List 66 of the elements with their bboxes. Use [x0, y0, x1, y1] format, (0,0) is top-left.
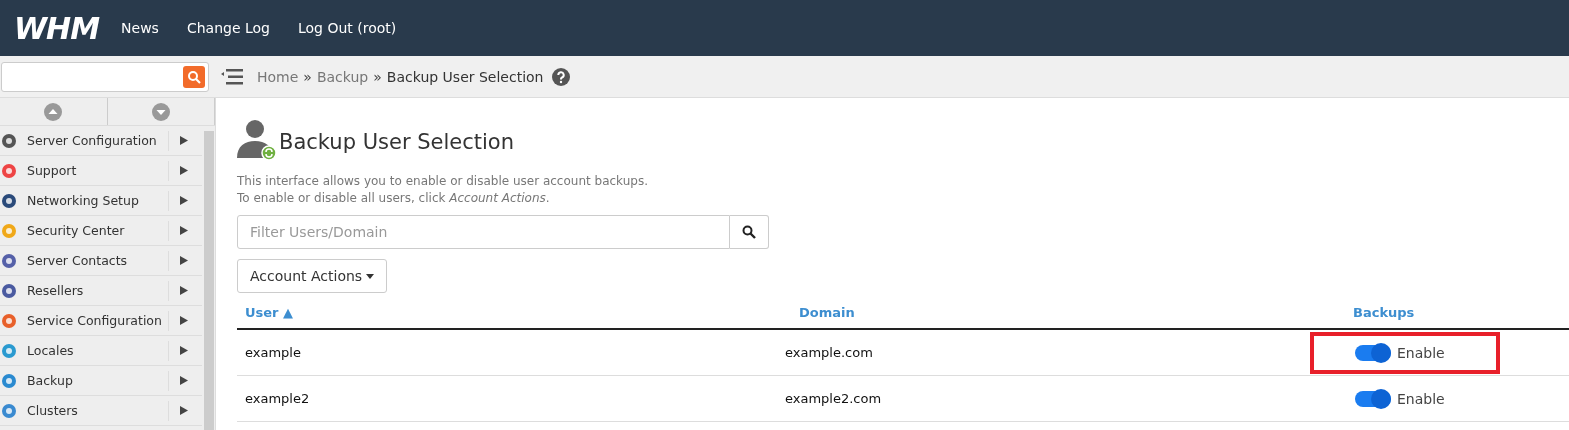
- nav-link[interactable]: Change Log: [186, 20, 270, 36]
- sidebar-search-field[interactable]: [1, 61, 209, 92]
- description-text: To enable or disable all users, click Account Actions.: [237, 191, 551, 205]
- toggle-label: Enable: [1397, 390, 1445, 407]
- scroll-down-icon[interactable]: [151, 102, 170, 121]
- expand-arrow-icon[interactable]: [180, 316, 188, 325]
- column-header[interactable]: User ▲: [237, 305, 785, 320]
- caret-icon: [366, 273, 375, 279]
- page-title: Backup User Selection: [279, 130, 514, 154]
- sidebar-item[interactable]: Security Center: [0, 216, 202, 246]
- sidebar-item[interactable]: Clusters: [0, 396, 202, 426]
- search-button[interactable]: [730, 215, 769, 249]
- category-icon: [1, 192, 17, 209]
- table-cell-text: example2.com: [785, 391, 883, 406]
- expand-arrow-icon[interactable]: [180, 256, 188, 265]
- category-icon: [1, 282, 17, 299]
- category-icon: [1, 312, 17, 329]
- sidebar-item[interactable]: Service Configuration: [0, 306, 202, 336]
- category-icon: [1, 402, 17, 419]
- nav-link[interactable]: News: [121, 20, 159, 36]
- expand-arrow-icon[interactable]: [180, 166, 188, 175]
- breadcrumb-current: Backup User Selection: [386, 68, 544, 85]
- filter-field[interactable]: Filter Users/Domain: [237, 215, 730, 249]
- expand-arrow-icon[interactable]: [180, 136, 188, 145]
- search-icon: [742, 225, 756, 239]
- table-cell-text: example.com: [785, 345, 874, 360]
- scrollbar[interactable]: [204, 131, 214, 430]
- table-cell-text: example2: [244, 391, 311, 406]
- expand-arrow-icon[interactable]: [180, 196, 188, 205]
- whm-logo[interactable]: WHM: [14, 10, 100, 46]
- sidebar-item[interactable]: Locales: [0, 336, 202, 366]
- collapse-menu-icon[interactable]: [221, 68, 243, 85]
- sidebar-item[interactable]: Support: [0, 156, 202, 186]
- description-text: This interface allows you to enable or disable user account backups.: [237, 174, 649, 188]
- breadcrumb-link[interactable]: Home: [257, 68, 299, 85]
- category-icon: [1, 342, 17, 359]
- expand-arrow-icon[interactable]: [180, 406, 188, 415]
- toggle-switch[interactable]: [1355, 390, 1391, 407]
- sidebar-item[interactable]: Server Contacts: [0, 246, 202, 276]
- expand-arrow-icon[interactable]: [180, 226, 188, 235]
- search-icon[interactable]: [183, 65, 205, 88]
- scroll-up-icon[interactable]: [44, 102, 63, 121]
- sidebar-item[interactable]: Server Configuration: [0, 126, 202, 156]
- category-icon: [1, 162, 17, 179]
- sidebar-item[interactable]: Networking Setup: [0, 186, 202, 216]
- expand-arrow-icon[interactable]: [180, 346, 188, 355]
- column-header[interactable]: Backups: [1345, 305, 1569, 320]
- table-cell-text: example: [244, 345, 302, 360]
- category-icon: [1, 252, 17, 269]
- breadcrumb-link[interactable]: Backup: [316, 68, 369, 85]
- nav-link[interactable]: Log Out (root): [297, 20, 397, 36]
- sidebar-item[interactable]: Backup: [0, 366, 202, 396]
- breadcrumb-separator: »: [373, 68, 382, 85]
- user-sync-icon: [237, 118, 277, 162]
- expand-arrow-icon[interactable]: [180, 286, 188, 295]
- category-icon: [1, 222, 17, 239]
- sidebar-item[interactable]: Resellers: [0, 276, 202, 306]
- toggle-switch[interactable]: [1355, 344, 1391, 361]
- breadcrumb-separator: »: [303, 68, 312, 85]
- category-icon: [1, 132, 17, 149]
- category-icon: [1, 372, 17, 389]
- expand-arrow-icon[interactable]: [180, 376, 188, 385]
- toggle-label: Enable: [1397, 344, 1445, 361]
- column-header[interactable]: Domain: [785, 305, 1345, 320]
- account-actions-button[interactable]: Account Actions: [237, 259, 388, 293]
- help-icon[interactable]: [552, 67, 571, 86]
